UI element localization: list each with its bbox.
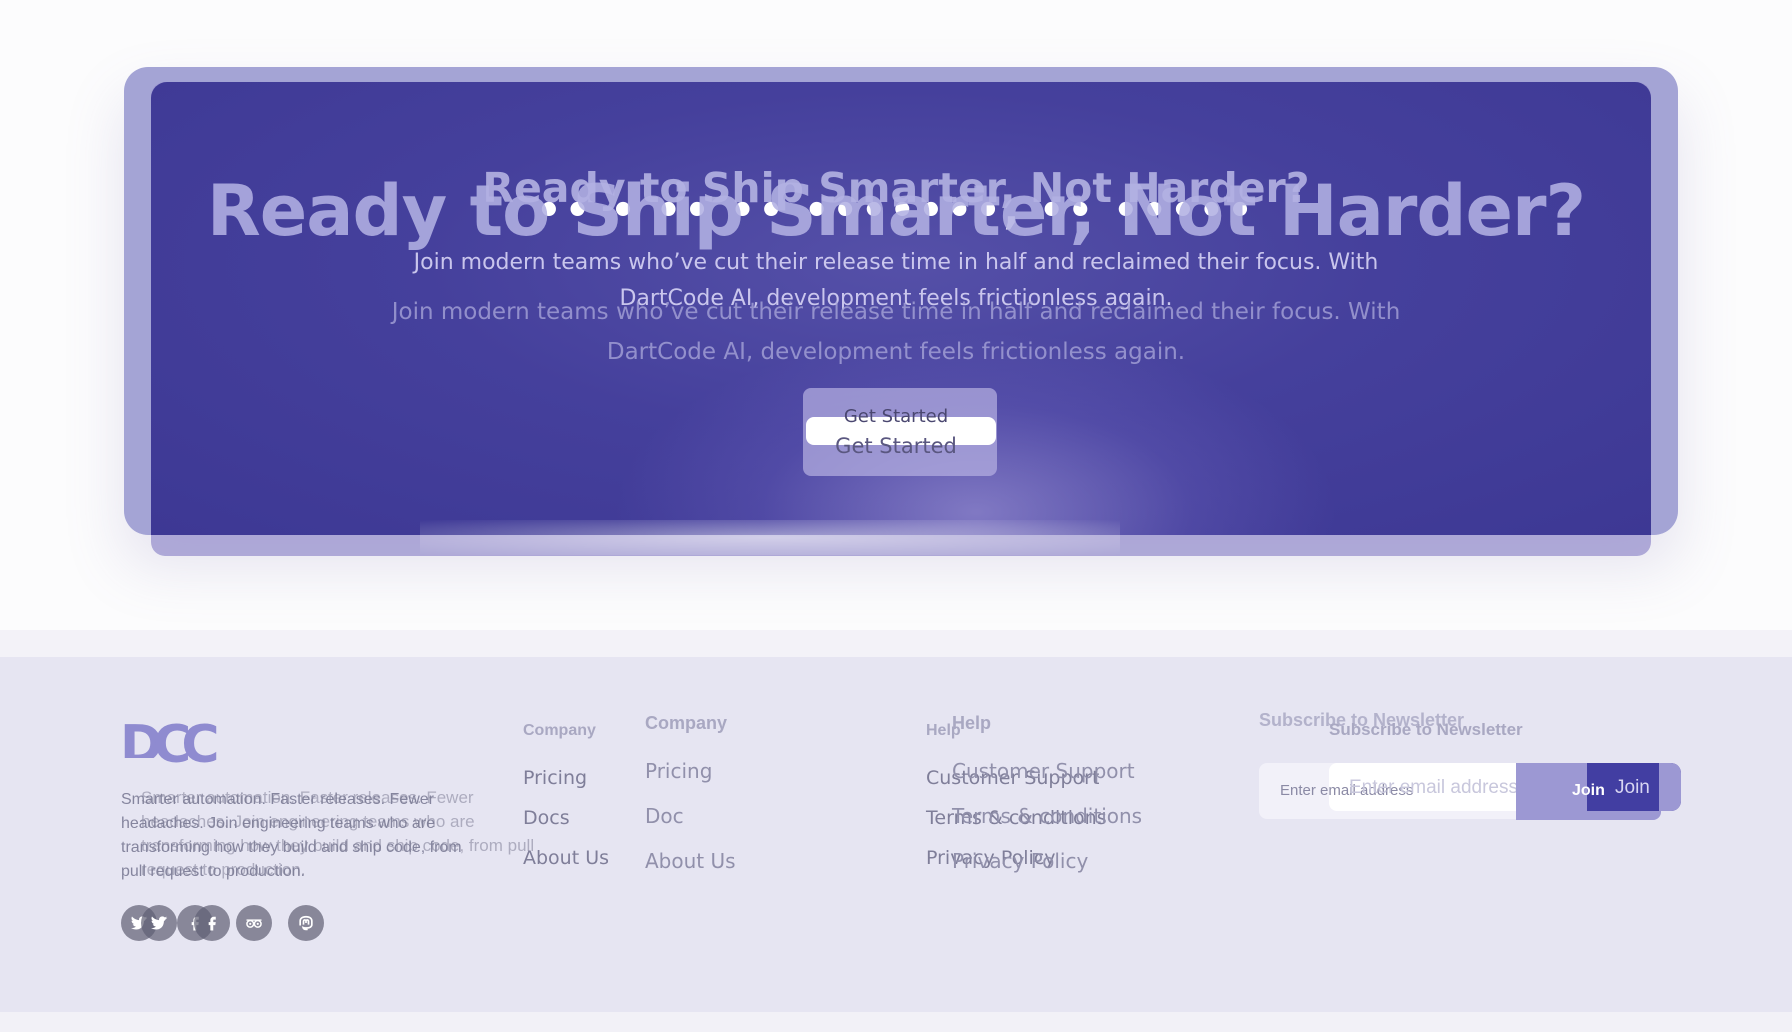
footer-divider — [0, 630, 1792, 658]
company-title-echo: Company — [523, 722, 596, 739]
help-title: Help — [952, 713, 992, 733]
footer-link-docs-echo[interactable]: Doc — [645, 804, 684, 828]
get-started-label: Get Started — [835, 434, 957, 458]
join-button-edge — [1659, 763, 1681, 811]
facebook-icon[interactable] — [194, 905, 230, 941]
cta-description: Join modern teams who’ve cut their relea… — [391, 299, 1401, 365]
tripadvisor-icon[interactable] — [236, 905, 272, 941]
mastodon-icon[interactable] — [288, 905, 324, 941]
footer-bottom-bar — [0, 1012, 1792, 1032]
footer-link-privacy-echo[interactable]: Privacy Policy — [952, 849, 1088, 873]
footer-link-support-echo[interactable]: Customer Support — [952, 759, 1135, 783]
footer-link-about[interactable]: About Us — [523, 847, 609, 869]
footer-link-about-echo[interactable]: About Us — [645, 849, 736, 873]
footer-link-pricing[interactable]: Pricing — [523, 767, 587, 789]
newsletter-title-echo: Subscribe to Newsletter — [1329, 720, 1523, 739]
twitter-icon[interactable] — [141, 905, 177, 941]
email-placeholder-echo: Enter email address — [1349, 777, 1518, 798]
cta-glow — [420, 520, 1120, 555]
cta-headline: Ready to Ship Smarter, Not Harder? — [206, 170, 1586, 252]
footer-link-docs[interactable]: Docs — [523, 807, 570, 829]
join-label: Join — [1572, 782, 1605, 799]
footer-link-pricing-echo[interactable]: Pricing — [645, 759, 712, 783]
company-title: Company — [645, 713, 728, 733]
join-label-echo: Join — [1615, 777, 1650, 798]
footer-tagline-echo: Smarter automation. Faster releases. Few… — [141, 788, 535, 879]
dcc-logo[interactable]: DCC — [120, 716, 220, 768]
footer-link-terms-echo[interactable]: Terms & conditions — [952, 804, 1142, 828]
get-started-label-echo: Get Started — [843, 406, 949, 427]
